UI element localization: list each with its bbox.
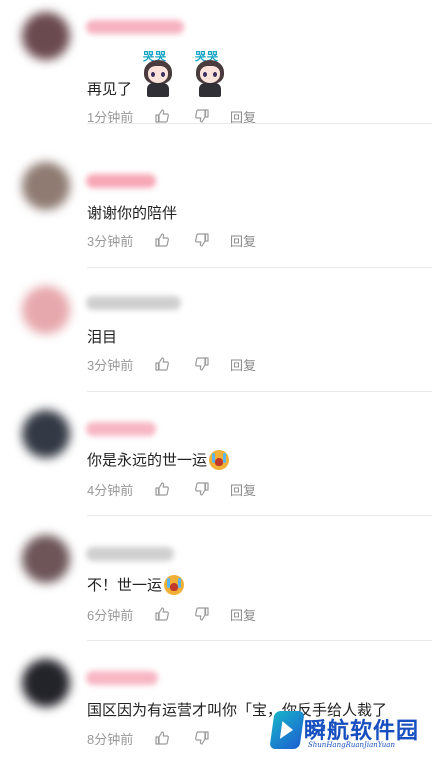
like-button[interactable] — [154, 232, 170, 248]
crying-face-emoji-icon — [209, 449, 230, 470]
reply-button[interactable]: 回复 — [230, 355, 256, 374]
comment-actions: 3分钟前 回复 — [87, 231, 256, 249]
thumbs-down-icon — [195, 357, 209, 371]
username[interactable] — [86, 174, 156, 188]
avatar[interactable] — [22, 410, 70, 458]
username[interactable] — [86, 547, 174, 561]
reply-button[interactable]: 回复 — [230, 231, 256, 250]
avatar[interactable] — [22, 659, 70, 707]
thumbs-up-icon — [155, 109, 169, 123]
avatar[interactable] — [22, 162, 70, 210]
thumbs-up-icon — [155, 607, 169, 621]
thumbs-up-icon — [155, 731, 169, 745]
dislike-button[interactable] — [194, 356, 210, 372]
watermark-subtitle: ShunHangRuanJianYuan — [308, 741, 395, 749]
like-button[interactable] — [154, 730, 170, 746]
timestamp: 8分钟前 — [87, 731, 134, 747]
avatar[interactable] — [22, 286, 70, 334]
timestamp: 3分钟前 — [87, 357, 134, 373]
watermark: 瞬航软件园 ShunHangRuanJianYuan — [269, 707, 432, 759]
comment-actions: 3分钟前 回复 — [87, 355, 256, 373]
username[interactable] — [86, 671, 158, 685]
comment-item: 不！世一运 6分钟前 回复 — [0, 517, 432, 641]
like-button[interactable] — [154, 108, 170, 124]
watermark-logo-icon — [269, 711, 305, 749]
crying-girl-sticker: 哭哭 — [188, 48, 230, 98]
like-button[interactable] — [154, 606, 170, 622]
comment-text: 谢谢你的陪伴 — [87, 205, 178, 222]
reply-button[interactable]: 回复 — [230, 605, 256, 624]
thumbs-up-icon — [155, 357, 169, 371]
like-button[interactable] — [154, 356, 170, 372]
avatar[interactable] — [22, 535, 70, 583]
comment-text: 不！世一运 — [87, 574, 185, 595]
like-button[interactable] — [154, 481, 170, 497]
dislike-button[interactable] — [194, 606, 210, 622]
username[interactable] — [86, 296, 181, 310]
dislike-button[interactable] — [194, 481, 210, 497]
comment-item: 哭哭 哭哭 再见了 1分钟前 回复 — [0, 0, 432, 125]
timestamp: 6分钟前 — [87, 607, 134, 623]
comment-text: 你是永远的世一运 — [87, 449, 230, 470]
thumbs-down-icon — [195, 233, 209, 247]
timestamp: 3分钟前 — [87, 233, 134, 249]
dislike-button[interactable] — [194, 232, 210, 248]
comment-item: 你是永远的世一运 4分钟前 回复 — [0, 392, 432, 516]
dislike-button[interactable] — [194, 108, 210, 124]
comment-text: 泪目 — [87, 329, 118, 346]
username[interactable] — [86, 422, 156, 436]
crying-face-emoji-icon — [164, 574, 185, 595]
thumbs-down-icon — [195, 482, 209, 496]
thumbs-down-icon — [195, 109, 209, 123]
comment-actions: 6分钟前 回复 — [87, 605, 256, 623]
comment-text: 再见了 — [87, 81, 133, 98]
thumbs-up-icon — [155, 233, 169, 247]
thumbs-down-icon — [195, 731, 209, 745]
reply-button[interactable]: 回复 — [230, 480, 256, 499]
divider — [87, 515, 432, 516]
comment-actions: 8分钟前 — [87, 729, 210, 747]
thumbs-down-icon — [195, 607, 209, 621]
avatar[interactable] — [22, 12, 70, 60]
sticker-row: 哭哭 哭哭 — [136, 48, 230, 98]
thumbs-up-icon — [155, 482, 169, 496]
timestamp: 4分钟前 — [87, 482, 134, 498]
comment-actions: 4分钟前 回复 — [87, 480, 256, 498]
crying-girl-sticker: 哭哭 — [136, 48, 178, 98]
comment-item: 谢谢你的陪伴 3分钟前 回复 — [0, 144, 432, 268]
divider — [87, 123, 432, 124]
comment-item: 泪目 3分钟前 回复 — [0, 268, 432, 392]
username[interactable] — [86, 20, 184, 34]
dislike-button[interactable] — [194, 730, 210, 746]
